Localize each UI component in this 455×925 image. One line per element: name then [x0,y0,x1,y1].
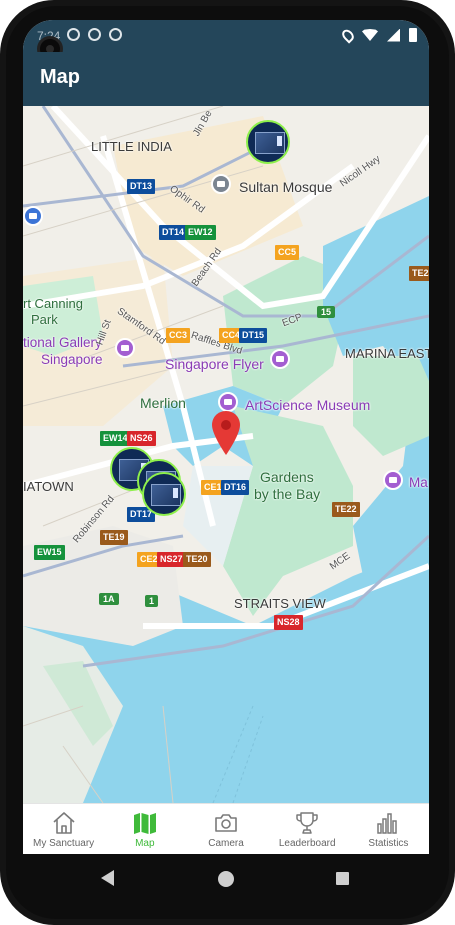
map-label-straits-view: STRAITS VIEW [234,596,326,611]
system-navigation [23,854,429,904]
station-ew14[interactable]: EW14 [100,431,131,446]
map-label-merlion: Merlion [140,395,186,411]
sighting-marker[interactable] [246,120,290,164]
app-bar: Map [23,52,429,106]
station-ns26[interactable]: NS26 [127,431,156,446]
station-te19[interactable]: TE19 [100,530,128,545]
flyer-icon[interactable] [270,349,290,369]
back-icon[interactable] [101,870,114,886]
mosque-icon[interactable] [211,174,231,194]
nav-label: Leaderboard [278,838,336,849]
museum-icon[interactable] [218,392,238,412]
bar-chart-icon [377,813,398,834]
nav-label: My Sanctuary [33,838,95,849]
gardens-icon[interactable] [383,470,403,490]
home-icon [53,812,75,834]
map-label-artscience[interactable]: ArtScience Museum [245,397,370,413]
station-ew12[interactable]: EW12 [185,225,216,240]
station-te22[interactable]: TE22 [332,502,360,517]
road-shield-1a: 1A [99,593,119,605]
sim-icon [88,28,101,41]
gallery-icon[interactable] [115,338,135,358]
map-label-singapore[interactable]: Singapore [41,352,103,367]
map-label-chinatown: IATOWN [23,479,74,494]
status-bar: 7:24 [23,20,429,52]
location-icon [339,26,357,44]
nav-item-camera[interactable]: Camera [185,804,266,854]
station-dt14[interactable]: DT14 [159,225,188,240]
station-ns28[interactable]: NS28 [274,615,303,630]
app-screen: 7:24 Map [23,20,429,854]
trophy-icon [296,812,318,834]
wifi-icon [362,29,378,41]
recents-icon[interactable] [336,872,349,885]
lock-icon[interactable] [23,206,43,226]
nav-item-map[interactable]: Map [104,804,185,854]
map-label-gardens: Gardens [260,469,314,485]
map-label-ma[interactable]: Ma [409,475,428,490]
sync-icon [109,28,122,41]
nav-label: Map [135,838,155,849]
nav-item-statistics[interactable]: Statistics [348,804,429,854]
signal-icon [387,28,400,42]
sighting-marker[interactable] [142,472,186,516]
location-pin-icon[interactable] [212,411,240,455]
station-cc3[interactable]: CC3 [166,328,191,343]
map-label-little-india: LITTLE INDIA [91,139,172,154]
station-ns27[interactable]: NS27 [157,552,186,567]
home-button-icon[interactable] [218,871,234,887]
map-label-marina-east: MARINA EAST [345,346,429,361]
road-shield-15: 15 [317,306,336,318]
station-te23[interactable]: TE23 [409,266,429,281]
station-dt13[interactable]: DT13 [127,179,156,194]
nav-item-leaderboard[interactable]: Leaderboard [267,804,348,854]
map-label-park: Park [31,312,58,327]
camera-icon [215,814,237,832]
map-label-sultan-mosque[interactable]: Sultan Mosque [239,179,332,195]
page-title: Map [40,66,80,88]
station-dt15[interactable]: DT15 [239,328,268,343]
nav-item-my-sanctuary[interactable]: My Sanctuary [23,804,104,854]
station-ew15[interactable]: EW15 [34,545,65,560]
map-view[interactable]: LITTLE INDIA Sultan Mosque rt Canning Pa… [23,106,429,803]
nav-label: Camera [208,838,244,849]
nav-label: Statistics [368,838,409,849]
station-dt16[interactable]: DT16 [221,480,250,495]
notification-icons [67,28,122,41]
bottom-navigation: My Sanctuary Map Camera Leaderboard Stat… [23,803,429,854]
station-cc5[interactable]: CC5 [275,245,300,260]
system-status-icons [339,26,417,44]
map-label-by-the-bay: by the Bay [254,486,321,502]
map-label-national-gallery[interactable]: tional Gallery [23,335,102,350]
map-icon [133,813,156,834]
map-label-singapore-flyer[interactable]: Singapore Flyer [165,356,264,372]
road-shield-1: 1 [145,595,159,607]
map-label-fort-canning: rt Canning [23,296,83,311]
notification-icon [67,28,80,41]
battery-icon [409,28,417,42]
station-te20[interactable]: TE20 [183,552,211,567]
